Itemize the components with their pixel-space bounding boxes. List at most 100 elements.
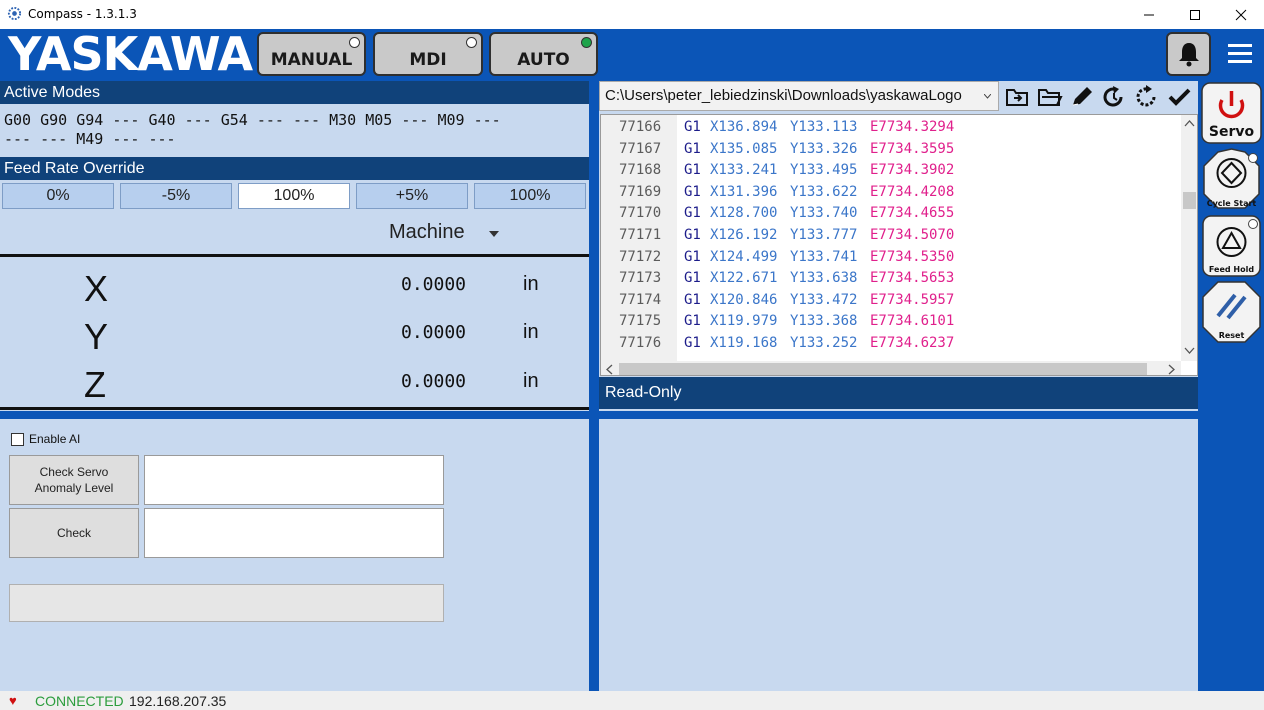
- close-icon: [1235, 9, 1247, 20]
- feed-hold-label: Feed Hold: [1208, 265, 1255, 274]
- check-icon[interactable]: [1165, 83, 1195, 111]
- gcode-line[interactable]: 77172 G1 X124.499 Y133.741 E7734.5350: [601, 249, 1181, 271]
- open-folder-icon[interactable]: [1003, 83, 1033, 111]
- servo-anomaly-output-field[interactable]: [144, 455, 444, 505]
- gcode-command: G1: [684, 205, 701, 222]
- mode-manual-label: MANUAL: [270, 50, 353, 70]
- line-number: 77168: [619, 162, 662, 179]
- mode-auto-button[interactable]: AUTO: [489, 32, 598, 76]
- gcode-line[interactable]: 77175 G1 X119.979 Y133.368 E7734.6101: [601, 313, 1181, 335]
- gcode-line[interactable]: 77166 G1 X136.894 Y133.113 E7734.3294: [601, 119, 1181, 141]
- check-servo-label-line2: Anomaly Level: [34, 481, 114, 495]
- feed-rate-plus5-button[interactable]: +5%: [356, 183, 468, 209]
- axis-y-value: 0.0000: [401, 322, 467, 343]
- active-modes-header: Active Modes: [0, 81, 589, 104]
- gcode-command: G1: [684, 335, 701, 351]
- gcode-y-word: Y133.638: [790, 270, 858, 287]
- line-number: 77167: [619, 140, 662, 157]
- status-panel: Active Modes G00 G90 G94 --- G40 --- G54…: [0, 81, 589, 411]
- gcode-e-word: E7734.6101: [870, 313, 955, 330]
- feed-hold-button[interactable]: Feed Hold: [1201, 214, 1262, 278]
- maximize-icon: [1190, 9, 1200, 20]
- gcode-command: G1: [684, 270, 701, 287]
- gcode-line[interactable]: 77169 G1 X131.396 Y133.622 E7734.4208: [601, 184, 1181, 206]
- vertical-scrollbar[interactable]: [1181, 115, 1197, 361]
- refresh-icon[interactable]: [1131, 83, 1161, 111]
- gcode-e-word: E7734.3294: [870, 119, 955, 135]
- gcode-line[interactable]: 77174 G1 X120.846 Y133.472 E7734.5957: [601, 292, 1181, 314]
- editor-mode-label: Read-Only: [599, 377, 1198, 409]
- horizontal-scroll-thumb[interactable]: [619, 363, 1147, 375]
- feed-rate-current-value[interactable]: 100%: [238, 183, 350, 209]
- gcode-command: G1: [684, 291, 701, 308]
- line-number: 77172: [619, 248, 662, 265]
- coordinate-system-select[interactable]: Machine: [389, 221, 465, 244]
- yaskawa-logo: YASKAWA: [8, 27, 253, 81]
- maximize-button[interactable]: [1172, 0, 1218, 29]
- gcode-line[interactable]: 77176 G1 X119.168 Y133.252 E7734.6237: [601, 335, 1181, 357]
- gcode-command: G1: [684, 248, 701, 265]
- reset-button[interactable]: Reset: [1201, 280, 1262, 344]
- cycle-start-button[interactable]: Cycle Start: [1201, 148, 1262, 212]
- pencil-icon[interactable]: [1067, 83, 1097, 111]
- heart-icon: ♥: [9, 693, 17, 708]
- gcode-e-word: E7734.5957: [870, 291, 955, 308]
- gcode-x-word: X136.894: [710, 119, 778, 135]
- folder-icon[interactable]: [1035, 83, 1065, 111]
- vertical-scroll-thumb[interactable]: [1183, 192, 1196, 209]
- hamburger-menu-icon[interactable]: [1228, 44, 1252, 64]
- gcode-e-word: E7734.4655: [870, 205, 955, 222]
- gcode-y-word: Y133.777: [790, 227, 858, 243]
- mode-mdi-indicator: [466, 37, 477, 48]
- check-servo-label-line1: Check Servo: [39, 465, 109, 479]
- notifications-button[interactable]: [1166, 32, 1211, 76]
- axis-x-value: 0.0000: [401, 274, 467, 295]
- gcode-line[interactable]: 77173 G1 X122.671 Y133.638 E7734.5653: [601, 270, 1181, 292]
- scroll-left-icon[interactable]: [605, 364, 613, 375]
- chevron-down-icon[interactable]: [984, 94, 991, 99]
- servo-button[interactable]: Servo: [1201, 82, 1262, 144]
- gcode-command: G1: [684, 140, 701, 157]
- gcode-command: G1: [684, 119, 701, 135]
- ai-panel: Enable AI Check Servo Anomaly Level Check: [0, 419, 589, 691]
- program-panel: C:\Users\peter_lebiedzinski\Downloads\ya…: [599, 81, 1198, 411]
- gcode-command: G1: [684, 162, 701, 179]
- gcode-e-word: E7734.3595: [870, 140, 955, 157]
- mode-manual-button[interactable]: MANUAL: [257, 32, 366, 76]
- line-number: 77176: [619, 335, 662, 351]
- minimize-button[interactable]: [1126, 0, 1172, 29]
- line-number: 77171: [619, 227, 662, 243]
- program-path-select[interactable]: C:\Users\peter_lebiedzinski\Downloads\ya…: [599, 81, 999, 111]
- gcode-line[interactable]: 77170 G1 X128.700 Y133.740 E7734.4655: [601, 205, 1181, 227]
- feed-rate-0-button[interactable]: 0%: [2, 183, 114, 209]
- auxiliary-panel: [599, 419, 1198, 691]
- feed-rate-header: Feed Rate Override: [0, 157, 589, 180]
- feed-rate-100-button[interactable]: 100%: [474, 183, 586, 209]
- axis-x-unit: in: [523, 273, 539, 295]
- check-servo-anomaly-button[interactable]: Check Servo Anomaly Level: [9, 455, 139, 505]
- axis-y-unit: in: [523, 321, 539, 343]
- gcode-editor[interactable]: 77166 G1 X136.894 Y133.113 E7734.3294 77167 G1…: [600, 114, 1198, 376]
- reload-icon[interactable]: [1099, 83, 1129, 111]
- gcode-line[interactable]: 77168 G1 X133.241 Y133.495 E7734.3902: [601, 162, 1181, 184]
- gcode-command: G1: [684, 227, 701, 243]
- scroll-down-icon[interactable]: [1184, 347, 1195, 355]
- mode-mdi-button[interactable]: MDI: [373, 32, 483, 76]
- gcode-x-word: X120.846: [710, 291, 778, 308]
- check-output-field[interactable]: [144, 508, 444, 558]
- chevron-down-icon[interactable]: [489, 231, 499, 237]
- check-button[interactable]: Check: [9, 508, 139, 558]
- scroll-right-icon[interactable]: [1168, 364, 1176, 375]
- close-button[interactable]: [1218, 0, 1264, 29]
- gcode-x-word: X135.085: [710, 140, 778, 157]
- line-number: 77166: [619, 119, 662, 135]
- feed-rate-minus5-button[interactable]: -5%: [120, 183, 232, 209]
- enable-ai-checkbox[interactable]: [11, 433, 24, 446]
- scroll-up-icon[interactable]: [1184, 119, 1195, 127]
- gcode-y-word: Y133.622: [790, 183, 858, 200]
- gcode-y-word: Y133.326: [790, 140, 858, 157]
- gcode-line[interactable]: 77171 G1 X126.192 Y133.777 E7734.5070: [601, 227, 1181, 249]
- gcode-y-word: Y133.741: [790, 248, 858, 265]
- window-title-bar[interactable]: Compass - 1.3.1.3: [0, 0, 1264, 29]
- gcode-line[interactable]: 77167 G1 X135.085 Y133.326 E7734.3595: [601, 141, 1181, 163]
